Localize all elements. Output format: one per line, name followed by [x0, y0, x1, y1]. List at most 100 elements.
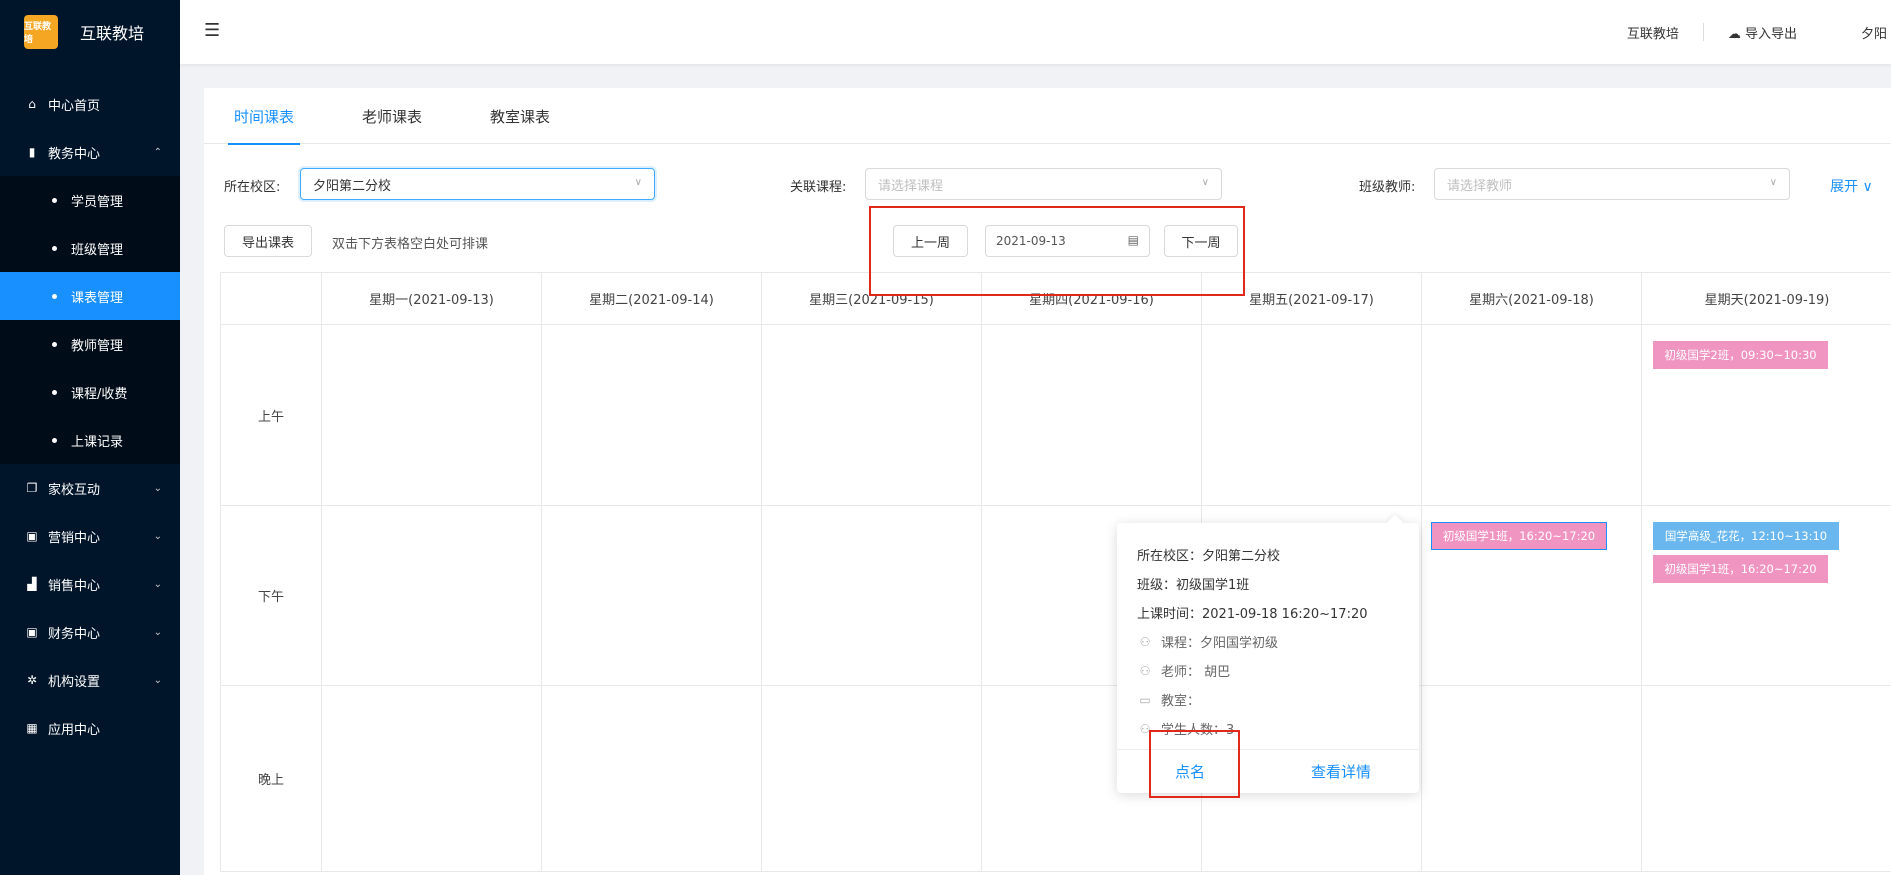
sidebar-item-teachers[interactable]: 教师管理 — [0, 320, 180, 368]
chevron-down-icon: ∨ — [1201, 177, 1209, 188]
sidebar-item-label: 班级管理 — [71, 242, 124, 258]
academic-submenu: 学员管理 班级管理 课表管理 教师管理 课程/收费 上课记录 — [0, 176, 180, 464]
chevron-down-icon: ∨ — [634, 177, 642, 188]
chevron-up-icon: ⌃ — [153, 146, 162, 158]
bullet-icon — [52, 293, 57, 299]
popover-time: 上课时间：2021-09-18 16:20~17:20 — [1137, 607, 1368, 622]
sidebar-item-label: 财务中心 — [48, 626, 101, 642]
gear-icon: ✲ — [26, 673, 38, 687]
sidebar-item-home[interactable]: ⌂ 中心首页 — [0, 80, 180, 128]
import-export-label: 导入导出 — [1744, 26, 1797, 42]
schedule-cell[interactable] — [322, 506, 542, 686]
sidebar-item-class-records[interactable]: 上课记录 — [0, 416, 180, 464]
sidebar-item-courses-fees[interactable]: 课程/收费 — [0, 368, 180, 416]
sidebar-item-marketing[interactable]: ▣ 营销中心 ⌄ — [0, 512, 180, 560]
course-block[interactable]: 初级国学1班，16:20~17:20 — [1431, 522, 1607, 550]
home-icon: ⌂ — [28, 97, 36, 111]
period-label-afternoon: 下午 — [221, 506, 322, 686]
sidebar-item-label: 教务中心 — [48, 146, 101, 162]
brand-title: 互联教培 — [80, 24, 145, 43]
sidebar-item-settings[interactable]: ✲ 机构设置 ⌄ — [0, 656, 180, 704]
bullet-icon — [52, 197, 57, 203]
apps-icon: ▦ — [26, 721, 38, 735]
sidebar-item-classes[interactable]: 班级管理 — [0, 224, 180, 272]
period-label-morning: 上午 — [221, 325, 322, 506]
schedule-cell[interactable] — [1422, 686, 1642, 872]
header-brand-link[interactable]: 互联教培 — [1627, 23, 1679, 42]
day-header: 星期一(2021-09-13) — [322, 273, 542, 325]
schedule-cell[interactable] — [1422, 325, 1642, 506]
schedule-cell[interactable] — [762, 506, 982, 686]
popover-campus: 所在校区：夕阳第二分校 — [1137, 549, 1281, 564]
sidebar-item-finance[interactable]: ▣ 财务中心 ⌄ — [0, 608, 180, 656]
top-header: ☰ 互联教培 ☁ 导入导出 夕阳 — [180, 0, 1891, 64]
side-menu: ⌂ 中心首页 ▮ 教务中心 ⌃ 学员管理 班级管理 课表管理 教师管理 课程/收… — [0, 80, 180, 752]
campus-label: 所在校区: — [224, 180, 281, 195]
schedule-cell[interactable] — [762, 686, 982, 872]
sidebar-item-label: 学员管理 — [71, 194, 124, 210]
schedule-cell[interactable] — [542, 506, 762, 686]
schedule-cell[interactable] — [542, 686, 762, 872]
schedule-cell[interactable] — [762, 325, 982, 506]
sidebar: 互联教培 互联教培 ⌂ 中心首页 ▮ 教务中心 ⌃ 学员管理 班级管理 课表管理 — [0, 0, 180, 875]
course-block[interactable]: 初级国学2班，09:30~10:30 — [1653, 341, 1828, 369]
sidebar-item-label: 应用中心 — [48, 722, 101, 738]
tab-time-schedule[interactable]: 时间课表 — [228, 88, 301, 145]
popover-teacher: ⚇ 老师： 胡巴 — [1137, 661, 1231, 681]
filter-bar: 所在校区: 夕阳第二分校 ∨ 关联课程: 请选择课程 ∨ 班级教师: 请选择教师… — [220, 168, 1880, 202]
bullet-icon — [52, 245, 57, 251]
schedule-cell[interactable] — [542, 325, 762, 506]
sidebar-item-academic[interactable]: ▮ 教务中心 ⌃ — [0, 128, 180, 176]
bag-icon: ▣ — [26, 529, 38, 543]
wallet-icon: ▣ — [26, 625, 38, 639]
sidebar-item-timetable[interactable]: 课表管理 — [0, 272, 180, 320]
highlight-rollcall — [1149, 730, 1240, 798]
sidebar-item-label: 销售中心 — [48, 578, 101, 594]
menu-fold-icon[interactable]: ☰ — [204, 20, 220, 41]
highlight-week-nav — [869, 206, 1245, 296]
popover-course-text: 课程：夕阳国学初级 — [1161, 636, 1279, 651]
course-block[interactable]: 国学高级_花花，12:10~13:10 — [1653, 522, 1839, 550]
schedule-cell[interactable] — [322, 325, 542, 506]
campus-select[interactable]: 夕阳第二分校 ∨ — [300, 168, 655, 200]
brand[interactable]: 互联教培 互联教培 — [0, 0, 180, 64]
sidebar-item-apps[interactable]: ▦ 应用中心 — [0, 704, 180, 752]
period-label-evening: 晚上 — [221, 686, 322, 872]
teacher-label: 班级教师: — [1359, 180, 1416, 195]
course-select[interactable]: 请选择课程 ∨ — [865, 168, 1222, 200]
schedule-cell[interactable] — [1642, 686, 1891, 872]
sidebar-item-home-school[interactable]: ❐ 家校互动 ⌄ — [0, 464, 180, 512]
corner-header — [221, 273, 322, 325]
course-block[interactable]: 初级国学1班，16:20~17:20 — [1653, 555, 1828, 583]
export-schedule-button[interactable]: 导出课表 — [224, 225, 312, 257]
classroom-icon: ▭ — [1139, 692, 1151, 707]
course-label: 关联课程: — [790, 180, 847, 195]
popover-teacher-text: 老师： 胡巴 — [1161, 665, 1231, 680]
sidebar-item-label: 上课记录 — [71, 434, 124, 450]
expand-filters-link[interactable]: 展开 ∨ — [1830, 176, 1873, 196]
user-icon: ⚇ — [1139, 634, 1151, 649]
chevron-down-icon: ⌄ — [153, 578, 162, 590]
sidebar-item-label: 家校互动 — [48, 482, 101, 498]
sidebar-item-students[interactable]: 学员管理 — [0, 176, 180, 224]
sidebar-item-sales[interactable]: ▟ 销售中心 ⌄ — [0, 560, 180, 608]
copy-icon: ❐ — [26, 481, 38, 495]
schedule-cell[interactable] — [982, 325, 1202, 506]
schedule-cell[interactable] — [322, 686, 542, 872]
book-icon: ▮ — [28, 145, 36, 159]
schedule-cell[interactable] — [1202, 325, 1422, 506]
tab-classroom-schedule[interactable]: 教室课表 — [484, 88, 556, 144]
teacher-select[interactable]: 请选择教师 ∨ — [1434, 168, 1790, 200]
sidebar-item-label: 机构设置 — [48, 674, 101, 690]
chart-icon: ▟ — [27, 577, 37, 591]
header-actions: 互联教培 ☁ 导入导出 夕阳 — [1627, 0, 1891, 64]
import-export-button[interactable]: ☁ 导入导出 — [1728, 23, 1797, 42]
sidebar-item-label: 营销中心 — [48, 530, 101, 546]
user-menu[interactable]: 夕阳 — [1861, 23, 1891, 42]
popover-class: 班级：初级国学1班 — [1137, 578, 1250, 593]
day-header: 星期二(2021-09-14) — [542, 273, 762, 325]
chevron-down-icon: ∨ — [1769, 177, 1777, 188]
tab-teacher-schedule[interactable]: 老师课表 — [356, 88, 428, 144]
header-divider — [1702, 23, 1704, 41]
view-details-button[interactable]: 查看详情 — [1263, 750, 1419, 793]
